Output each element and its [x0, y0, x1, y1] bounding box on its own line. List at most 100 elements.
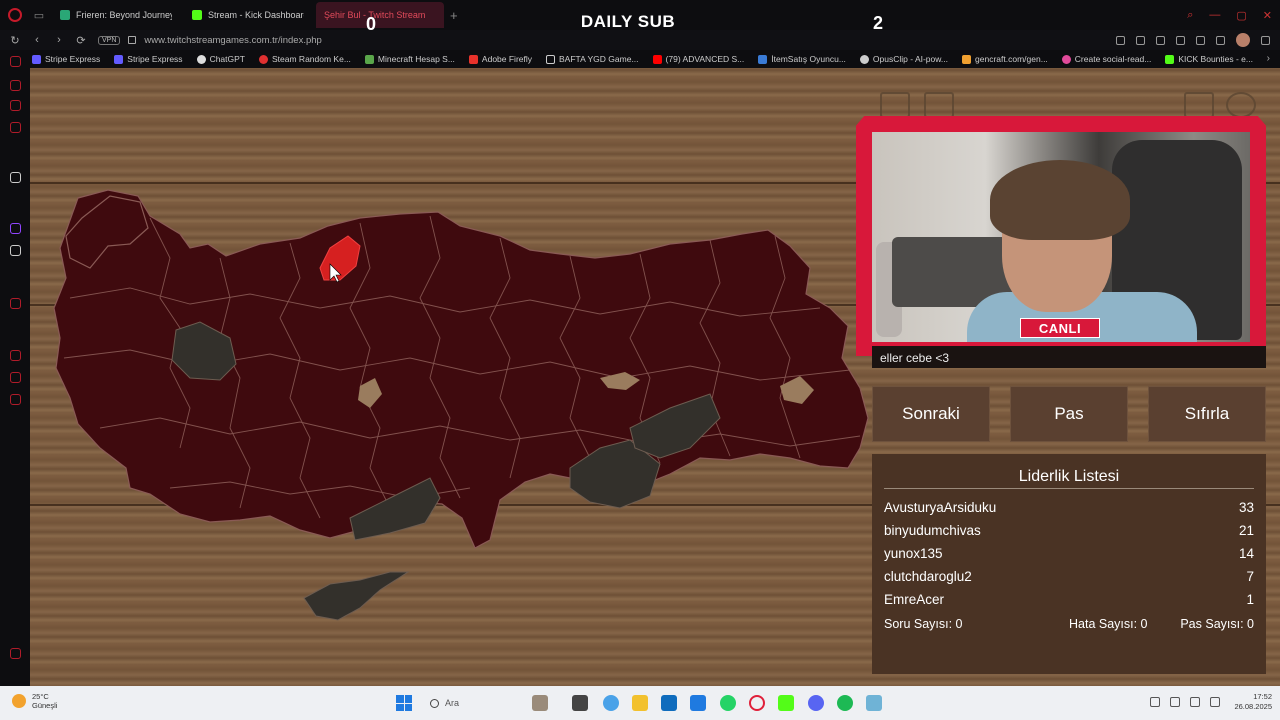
tab-menu-icon[interactable]: ▭: [30, 0, 48, 30]
cyprus-region[interactable]: [303, 571, 410, 621]
exit-icon[interactable]: [1184, 92, 1214, 118]
bookmark-item[interactable]: gencraft.com/gen...: [962, 54, 1048, 64]
volume-icon[interactable]: [1210, 697, 1220, 707]
instagram-icon[interactable]: [10, 100, 21, 111]
bookmark-item[interactable]: İtemSatış Oyuncu...: [758, 54, 846, 64]
opera-logo-icon[interactable]: [0, 0, 30, 30]
bookmark-item[interactable]: OpusClip - AI-pow...: [859, 54, 949, 64]
leaderboard-divider: [884, 488, 1254, 489]
browser-tab[interactable]: Frieren: Beyond Journey's: [52, 2, 180, 28]
gencraft-icon: [962, 54, 972, 64]
close-icon[interactable]: ✕: [1263, 9, 1272, 22]
windows-taskbar: 25°C Güneşli Ara 17:52 26.08.2025: [0, 686, 1280, 720]
history-icon[interactable]: [10, 350, 21, 361]
x-icon[interactable]: [10, 245, 21, 256]
chevron-up-icon[interactable]: [1150, 697, 1160, 707]
adobe-firefly-icon: [468, 54, 478, 64]
window-controls: ⌕ — ▢ ✕: [1187, 0, 1272, 30]
sun-icon: [12, 694, 26, 708]
refresh-icon[interactable]: ↻: [4, 34, 26, 47]
browser-tab-active[interactable]: Şehir Bul - Twitch Stream: [316, 2, 444, 28]
back-icon[interactable]: ‹: [26, 34, 48, 46]
page-icon: [546, 54, 556, 64]
extensions-icon[interactable]: [10, 372, 21, 383]
leaderboard-score: 33: [1238, 500, 1254, 515]
minimize-icon[interactable]: —: [1209, 9, 1220, 21]
game-area: CANLI eller cebe <3 Sonraki Pas Sıfırla …: [30, 68, 1280, 686]
search-icon[interactable]: ⌕: [1187, 9, 1193, 22]
bookmark-item[interactable]: (79) ADVANCED S...: [652, 54, 744, 64]
outlook-icon[interactable]: [661, 695, 677, 711]
player-icon[interactable]: [10, 298, 21, 309]
menu-icon[interactable]: [1261, 35, 1270, 45]
messenger-icon[interactable]: [10, 80, 21, 91]
aria-icon[interactable]: [10, 56, 21, 67]
bookmark-item[interactable]: Create social-read...: [1061, 54, 1151, 64]
settings-gear-icon[interactable]: [1226, 92, 1256, 118]
kick-app-icon[interactable]: [778, 695, 794, 711]
discord-icon[interactable]: [808, 695, 824, 711]
browser-tab[interactable]: Stream - Kick Dashboard: [184, 2, 312, 28]
store-icon[interactable]: [690, 695, 706, 711]
aria-ai-icon[interactable]: [10, 172, 21, 183]
bookmark-item[interactable]: Adobe Firefly: [468, 54, 532, 64]
heart-icon[interactable]: [1176, 35, 1185, 45]
turkey-mainland[interactable]: [53, 189, 869, 549]
microphone-icon[interactable]: [1170, 697, 1180, 707]
forward-icon[interactable]: ›: [48, 34, 70, 46]
bookmark-item[interactable]: Stripe Express: [32, 54, 100, 64]
steam-random-icon: [259, 54, 268, 64]
snapshot-icon[interactable]: [1136, 35, 1145, 45]
shield-icon[interactable]: [1156, 35, 1165, 45]
twitch-icon[interactable]: [10, 223, 21, 234]
list-icon[interactable]: [924, 92, 954, 118]
opera-gx-icon[interactable]: [749, 695, 765, 711]
whatsapp-icon[interactable]: [720, 695, 736, 711]
new-tab-icon[interactable]: +: [450, 8, 458, 23]
file-explorer-icon[interactable]: [632, 695, 648, 711]
task-view-icon[interactable]: [572, 695, 588, 711]
windows-start-icon[interactable]: [396, 695, 412, 711]
leaderboard-row: yunox135 14: [884, 546, 1254, 561]
turkey-province-map[interactable]: [30, 68, 880, 686]
spotify-icon[interactable]: [837, 695, 853, 711]
pin-icon[interactable]: [1116, 35, 1125, 45]
next-button[interactable]: Sonraki: [872, 386, 990, 442]
lock-icon[interactable]: [128, 36, 137, 44]
bookmark-item[interactable]: Steam Random Ke...: [259, 54, 351, 64]
weather-widget[interactable]: 25°C Güneşli: [12, 692, 57, 710]
bookmark-label: OpusClip - AI-pow...: [872, 54, 949, 64]
copilot-icon[interactable]: [603, 695, 619, 711]
pass-button[interactable]: Pas: [1010, 386, 1128, 442]
bookmark-label: gencraft.com/gen...: [975, 54, 1048, 64]
search-highlight-icon[interactable]: [532, 695, 548, 711]
bookmark-item[interactable]: ChatGPT: [196, 54, 245, 64]
more-icon[interactable]: [10, 648, 21, 659]
extension-icon[interactable]: [1196, 35, 1205, 45]
tab-label: Frieren: Beyond Journey's: [76, 10, 172, 20]
error-count: Hata Sayısı: 0: [1069, 617, 1148, 631]
clock[interactable]: 17:52 26.08.2025: [1234, 692, 1272, 712]
reload-icon[interactable]: ⟳: [70, 34, 92, 47]
bookmark-item[interactable]: Stripe Express: [114, 54, 183, 64]
app-icon[interactable]: [866, 695, 882, 711]
leaderboard-name: binyudumchivas: [884, 523, 981, 538]
bookmarks-more-icon[interactable]: ›: [1267, 50, 1270, 68]
music-icon[interactable]: [10, 122, 21, 133]
settings-icon[interactable]: [10, 394, 21, 405]
bookmark-item[interactable]: Minecraft Hesap S...: [364, 54, 455, 64]
bookmark-item[interactable]: BAFTA YGD Game...: [546, 54, 639, 64]
reset-button[interactable]: Sıfırla: [1148, 386, 1266, 442]
downloads-icon[interactable]: [1216, 35, 1225, 45]
fullscreen-icon[interactable]: [880, 92, 910, 118]
bookmark-label: İtemSatış Oyuncu...: [771, 54, 846, 64]
weather-temperature: 25°C: [32, 692, 49, 701]
bookmark-label: KICK Bounties - e...: [1178, 54, 1253, 64]
maximize-icon[interactable]: ▢: [1236, 9, 1246, 22]
vpn-badge[interactable]: VPN: [98, 35, 121, 45]
profile-avatar[interactable]: [1236, 33, 1250, 47]
create-social-icon: [1061, 54, 1071, 64]
network-icon[interactable]: [1190, 697, 1200, 707]
bookmark-item[interactable]: KICK Bounties - e...: [1165, 54, 1253, 64]
url-field[interactable]: www.twitchstreamgames.com.tr/index.php: [144, 35, 321, 46]
